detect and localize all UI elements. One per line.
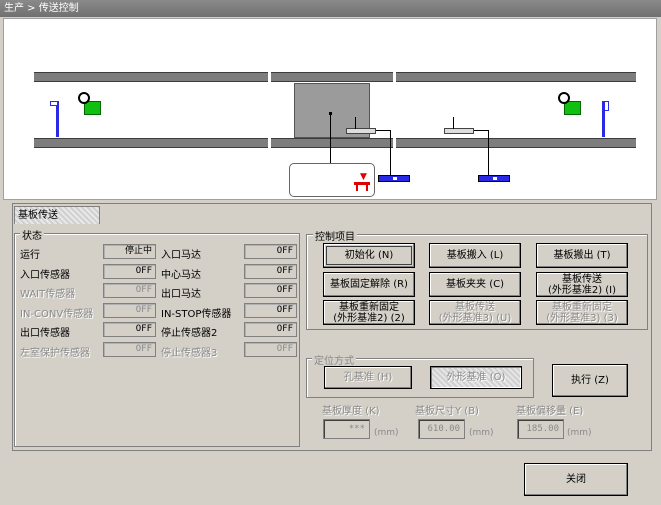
red-stopper-leg-right bbox=[366, 184, 368, 191]
board-size-unit: (mm) bbox=[469, 428, 494, 438]
status-value: 停止中 bbox=[103, 244, 156, 259]
offset-label: 基板偏移量 (E) bbox=[516, 406, 584, 417]
status-value: OFF bbox=[103, 322, 156, 337]
blue-stopper-a bbox=[378, 175, 410, 182]
status-label: 入口马达 bbox=[161, 250, 201, 261]
clamp-a-leader bbox=[390, 130, 391, 175]
lower-rail-left bbox=[34, 138, 268, 148]
status-label: 停止传感器3 bbox=[161, 347, 218, 359]
status-label: IN-STOP传感器 bbox=[161, 308, 232, 320]
close-button[interactable]: 关闭 bbox=[524, 463, 628, 496]
thickness-field[interactable]: *** bbox=[323, 419, 370, 439]
blue-stopper-b bbox=[478, 175, 510, 182]
thickness-unit: (mm) bbox=[374, 428, 399, 438]
initialize-button[interactable]: 初始化 (N) bbox=[323, 243, 415, 268]
left-sensor-head bbox=[50, 101, 58, 106]
status-value: OFF bbox=[244, 302, 297, 318]
refix-outline2-button[interactable]: 基板重新固定 (外形基准2) (2) bbox=[323, 300, 415, 325]
execute-button[interactable]: 执行 (Z) bbox=[552, 364, 628, 397]
clamp-b-leader bbox=[488, 130, 489, 175]
outline-reference-button[interactable]: 外形基准 (O) bbox=[430, 366, 522, 389]
tab-board-transfer[interactable]: 基板传送 bbox=[14, 206, 100, 224]
status-label: 出口马达 bbox=[161, 289, 201, 300]
transfer-outline3-button[interactable]: 基板传送 (外形基准3) (U) bbox=[429, 300, 521, 325]
status-label: 出口传感器 bbox=[20, 328, 70, 339]
left-sensor-bar bbox=[56, 101, 59, 137]
hole-reference-button[interactable]: 孔基准 (H) bbox=[324, 366, 412, 389]
board-size-label: 基板尺寸Y (B) bbox=[415, 406, 479, 417]
status-value: OFF bbox=[244, 283, 297, 298]
left-camera-icon bbox=[78, 92, 90, 104]
control-group-title: 控制项目 bbox=[313, 228, 357, 243]
lower-rail-center bbox=[271, 138, 393, 148]
red-stopper-leg-left bbox=[356, 184, 358, 191]
clamp-a bbox=[346, 128, 376, 134]
status-group-title: 状态 bbox=[20, 227, 44, 242]
right-camera-icon bbox=[558, 92, 570, 104]
status-value: OFF bbox=[244, 322, 297, 337]
status-value: OFF bbox=[244, 341, 297, 357]
status-label: 中心马达 bbox=[161, 269, 201, 281]
window-title: 生产 > 传送控制 bbox=[0, 0, 661, 17]
thickness-label: 基板厚度 (K) bbox=[322, 406, 380, 417]
board-clamp-button[interactable]: 基板夹夹 (C) bbox=[429, 272, 521, 297]
board-load-button[interactable]: 基板搬入 (L) bbox=[429, 243, 521, 268]
status-label: 停止传感器2 bbox=[161, 328, 218, 339]
status-label: 运行 bbox=[20, 250, 40, 261]
upper-rail-left bbox=[34, 72, 268, 82]
conveyor-diagram: ▼ bbox=[3, 18, 657, 200]
right-sensor-head bbox=[604, 101, 609, 111]
upper-rail-center bbox=[271, 72, 393, 82]
clamp-a-post bbox=[355, 117, 356, 129]
status-label: IN-CONV传感器 bbox=[20, 308, 94, 320]
status-label: 左室保护传感器 bbox=[20, 347, 90, 359]
status-value: OFF bbox=[103, 302, 156, 318]
release-fixture-button[interactable]: 基板固定解除 (R) bbox=[323, 272, 415, 297]
status-value: OFF bbox=[244, 244, 297, 259]
refix-outline3-button[interactable]: 基板重新固定 (外形基准3) (3) bbox=[536, 300, 628, 325]
offset-unit: (mm) bbox=[567, 428, 592, 438]
clamp-b bbox=[444, 128, 474, 134]
transfer-outline2-button[interactable]: 基板传送 (外形基准2) (I) bbox=[536, 272, 628, 297]
status-value: OFF bbox=[244, 263, 297, 279]
status-label: 入口传感器 bbox=[20, 269, 70, 281]
status-value: OFF bbox=[103, 341, 156, 357]
status-label: WAIT传感器 bbox=[20, 289, 76, 300]
upper-rail-right bbox=[396, 72, 636, 82]
status-value: OFF bbox=[103, 263, 156, 279]
red-arrow-icon: ▼ bbox=[360, 172, 367, 182]
status-value: OFF bbox=[103, 283, 156, 298]
offset-field[interactable]: 185.00 bbox=[517, 419, 564, 439]
stage-leader-line bbox=[330, 115, 331, 163]
board-unload-button[interactable]: 基板搬出 (T) bbox=[536, 243, 628, 268]
positioning-group-title: 定位方式 bbox=[312, 352, 356, 367]
clamp-b-post bbox=[453, 117, 454, 129]
clamp-b-arm bbox=[474, 130, 488, 131]
board-size-field[interactable]: 610.00 bbox=[418, 419, 465, 439]
lower-rail-right bbox=[396, 138, 636, 148]
clamp-a-arm bbox=[376, 130, 390, 131]
